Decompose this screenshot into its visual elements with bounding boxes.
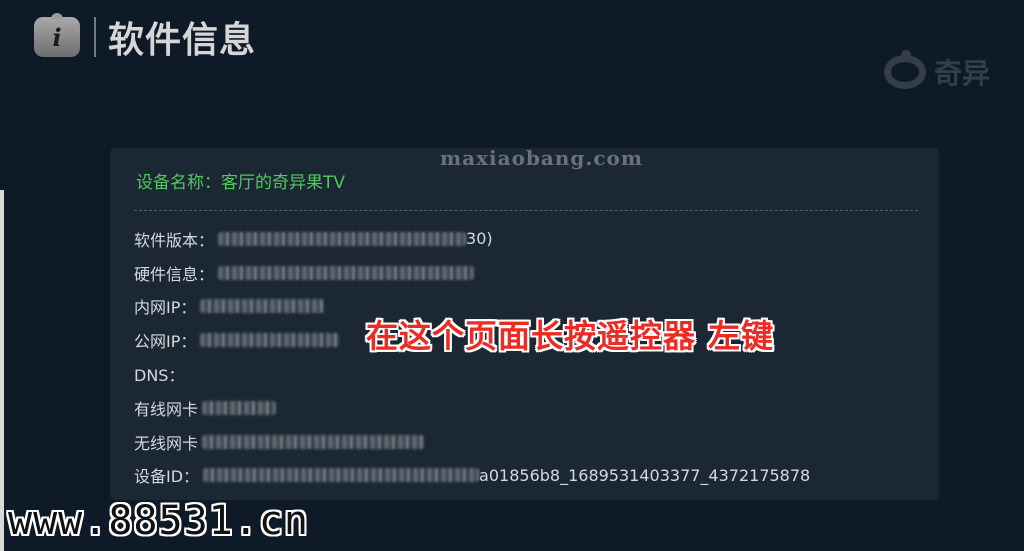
qiyiguo-logo-icon <box>884 55 926 89</box>
brand-logo-text: 奇异 <box>934 57 991 90</box>
page-title: 软件信息 <box>108 20 257 61</box>
redacted-value <box>200 333 341 348</box>
info-row-label: 有线网卡 <box>134 399 199 419</box>
info-row-label: 设备ID： <box>134 467 200 487</box>
info-list: 软件版本： 30) 硬件信息： 内网IP： 公网IP： DNS： 有线网卡 无线… <box>134 222 810 492</box>
redacted-value <box>203 468 480 483</box>
redacted-value <box>200 299 325 314</box>
watermark-top: maxiaobang.com <box>440 146 644 170</box>
page-header: i 软件信息 <box>34 12 256 62</box>
device-name: 设备名称：客厅的奇异果TV <box>136 173 346 193</box>
info-row-dns: DNS： <box>134 357 810 391</box>
info-row-value-tail: 30) <box>466 229 493 249</box>
info-row-label: 公网IP： <box>134 332 197 352</box>
info-row-label: 硬件信息： <box>134 264 215 284</box>
redacted-value <box>202 400 277 415</box>
overlay-instruction: 在这个页面长按遥控器 左键 <box>366 317 775 355</box>
info-icon-glyph: i <box>52 22 62 52</box>
redacted-value <box>218 265 475 280</box>
info-row-label: DNS： <box>134 366 185 386</box>
left-edge-strip <box>0 190 4 551</box>
redacted-value <box>218 231 467 246</box>
info-row-label: 内网IP： <box>134 298 197 318</box>
redacted-value <box>202 434 425 449</box>
header-divider <box>94 17 96 57</box>
info-row-software-version: 软件版本： 30) <box>134 222 810 256</box>
info-row-label: 无线网卡 <box>134 433 199 453</box>
info-row-wired-nic: 有线网卡 <box>134 391 810 425</box>
info-row-label: 软件版本： <box>134 230 215 250</box>
info-row-hardware: 硬件信息： <box>134 256 810 290</box>
watermark-bottom: www.88531.cn <box>8 498 309 544</box>
info-row-wireless-nic: 无线网卡 <box>134 425 810 459</box>
dashed-divider <box>134 210 918 211</box>
info-row-device-id: 设备ID： a01856b8_1689531403377_4372175878 <box>134 459 810 493</box>
info-row-value-tail: a01856b8_1689531403377_4372175878 <box>479 465 811 485</box>
brand-logo: 奇异 <box>884 52 990 92</box>
info-icon: i <box>34 13 80 57</box>
